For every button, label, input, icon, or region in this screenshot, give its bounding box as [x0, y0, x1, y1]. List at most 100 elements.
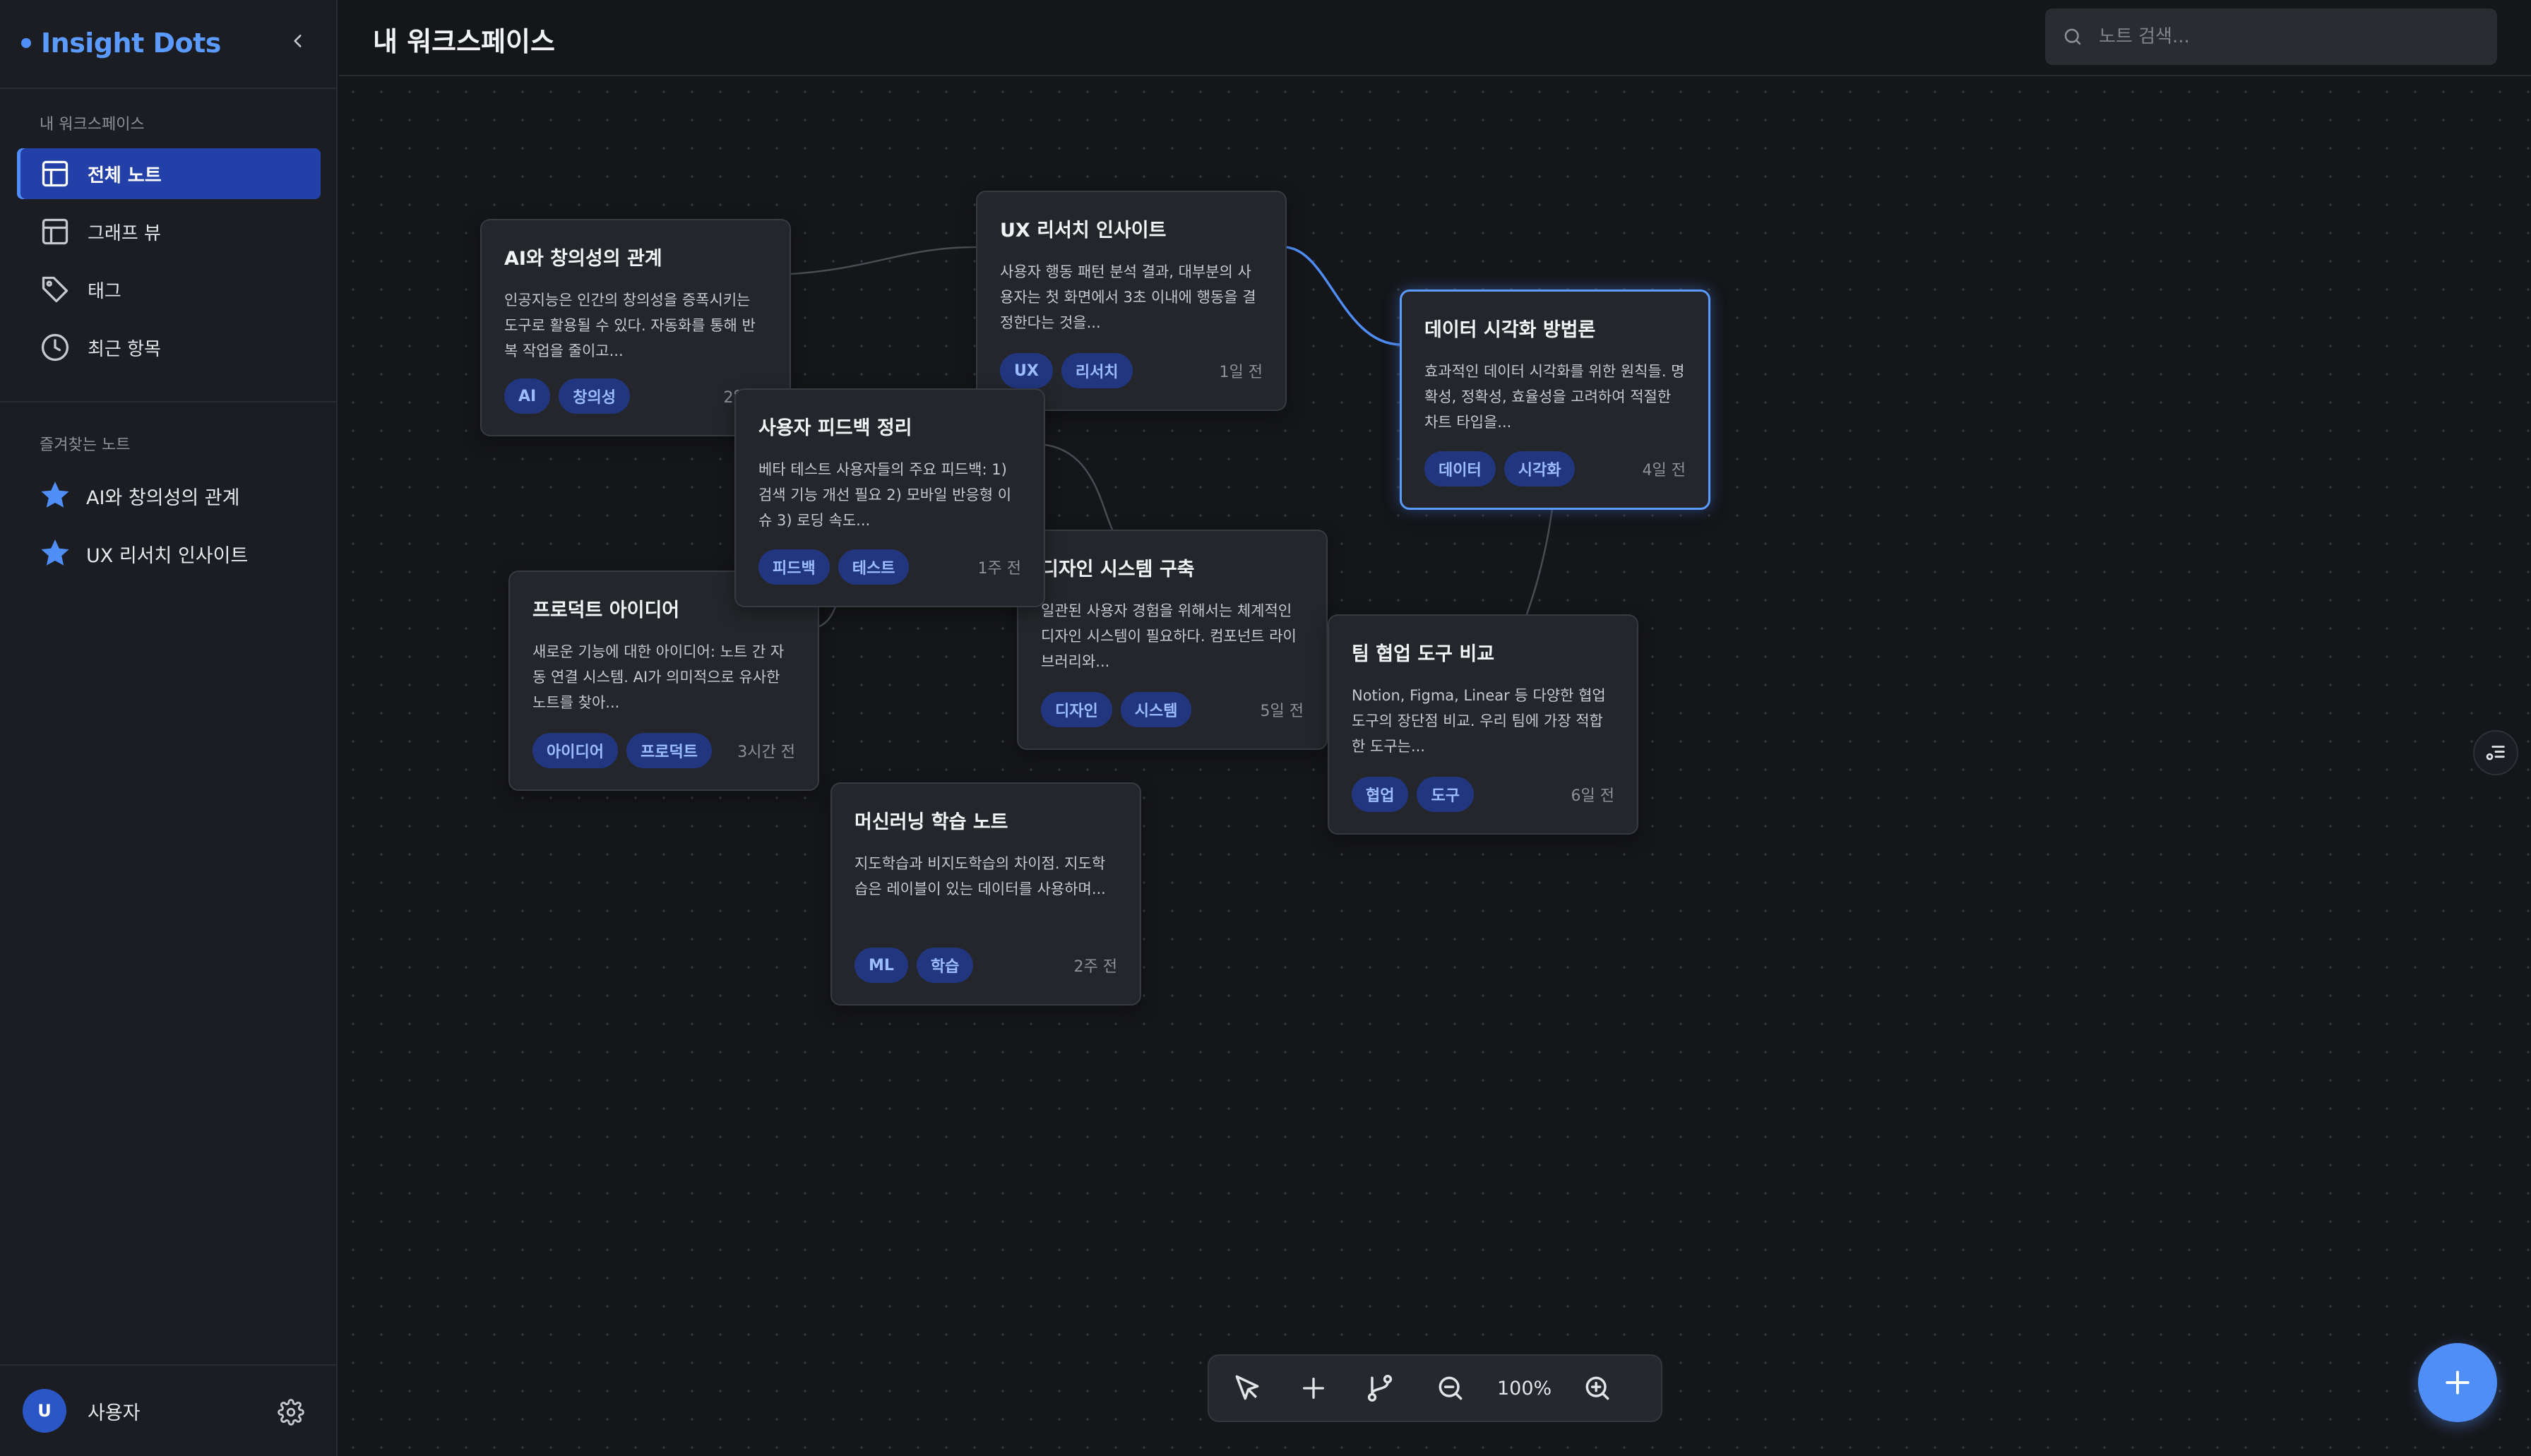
star-icon — [41, 482, 69, 508]
note-timestamp: 2주 전 — [1073, 958, 1117, 976]
note-title: 팀 협업 도구 비교 — [1352, 643, 1495, 665]
layout-icon — [42, 218, 69, 245]
note-excerpt: 일관된 사용자 경험을 위해서는 체계적인 디자인 시스템이 필요하다. 컴포넌… — [1041, 602, 1297, 670]
note-title: 사용자 피드백 정리 — [758, 417, 912, 439]
zoom-in-button[interactable] — [1578, 1368, 1617, 1408]
tag-chip[interactable]: 테스트 — [838, 549, 910, 585]
note-title: UX 리서치 인사이트 — [1000, 220, 1167, 241]
tag-chip[interactable]: 도구 — [1417, 777, 1474, 812]
search-input[interactable] — [2099, 26, 2480, 47]
tag-chip[interactable]: UX — [1000, 353, 1053, 388]
nav-tags[interactable]: 태그 — [17, 264, 321, 315]
tag-chip[interactable]: ML — [854, 948, 908, 983]
favorite-note-ai-creativity[interactable]: AI와 창의성의 관계 — [17, 470, 321, 521]
tag-chip[interactable]: 디자인 — [1041, 692, 1112, 727]
note-card-team-tools[interactable]: 팀 협업 도구 비교 Notion, Figma, Linear 등 다양한 협… — [1328, 614, 1638, 835]
note-footer: ML 학습 2주 전 — [854, 948, 1117, 983]
note-timestamp: 3시간 전 — [737, 744, 795, 761]
tag-chip[interactable]: 데이터 — [1424, 451, 1496, 487]
tag-chip[interactable]: 프로덕트 — [626, 733, 712, 768]
zoom-out-icon — [1439, 1376, 1463, 1400]
nav-label: 그래프 뷰 — [88, 222, 161, 244]
nav-label: 최근 항목 — [88, 338, 161, 360]
note-card-ux-research[interactable]: UX 리서치 인사이트 사용자 행동 패턴 분석 결과, 대부분의 사용자는 첫… — [976, 191, 1287, 411]
tag-chip[interactable]: 리서치 — [1061, 353, 1133, 388]
note-excerpt: 지도학습과 비지도학습의 차이점. 지도학습은 레이블이 있는 데이터를 사용하… — [854, 855, 1106, 897]
note-timestamp: 4일 전 — [1642, 462, 1686, 479]
note-card-ml-notes[interactable]: 머신러닝 학습 노트 지도학습과 비지도학습의 차이점. 지도학습은 레이블이 … — [830, 782, 1141, 1006]
tag-icon — [42, 276, 69, 303]
sidebar-divider — [0, 401, 338, 402]
collapse-sidebar-button[interactable] — [282, 25, 314, 56]
note-excerpt: 인공지능은 인간의 창의성을 증폭시키는 도구로 활용될 수 있다. 자동화를 … — [504, 292, 756, 359]
tag-chip[interactable]: 아이디어 — [532, 733, 618, 768]
sidebar: Insight Dots 내 워크스페이스 전체 노트 그래프 뷰 태그 최근 … — [0, 0, 338, 1456]
note-footer: AI 창의성 2일 전 — [504, 378, 767, 414]
add-note-tool-button[interactable] — [1294, 1368, 1333, 1408]
connect-icon — [1367, 1375, 1393, 1402]
nav-recent[interactable]: 최근 항목 — [17, 322, 321, 373]
note-footer: 피드백 테스트 1주 전 — [758, 549, 1021, 585]
zoom-out-button[interactable] — [1431, 1368, 1470, 1408]
note-timestamp: 1일 전 — [1219, 364, 1263, 381]
favorite-note-ux-research[interactable]: UX 리서치 인사이트 — [17, 528, 321, 579]
note-footer: 디자인 시스템 5일 전 — [1041, 692, 1304, 727]
note-footer: 데이터 시각화 4일 전 — [1424, 451, 1686, 487]
workspace-section-label: 내 워크스페이스 — [40, 116, 145, 133]
tag-chip[interactable]: 피드백 — [758, 549, 830, 585]
sidebar-divider — [0, 1364, 338, 1366]
note-card-design-system[interactable]: 디자인 시스템 구축 일관된 사용자 경험을 위해서는 체계적인 디자인 시스템… — [1017, 530, 1328, 750]
note-footer: 협업 도구 6일 전 — [1352, 777, 1614, 812]
note-timestamp: 1주 전 — [977, 560, 1021, 578]
sidebar-divider — [0, 88, 338, 89]
plus-icon — [1303, 1378, 1324, 1399]
panel-toggle-button[interactable] — [2473, 730, 2518, 775]
app-name: Insight Dots — [41, 28, 221, 59]
plus-icon — [2446, 1371, 2470, 1395]
page-title: 내 워크스페이스 — [373, 26, 555, 57]
tag-chip[interactable]: 시각화 — [1503, 451, 1576, 487]
settings-button[interactable] — [274, 1395, 308, 1429]
brand[interactable]: Insight Dots — [21, 21, 221, 65]
chevron-left-icon — [294, 35, 302, 47]
note-excerpt: 사용자 행동 패턴 분석 결과, 대부분의 사용자는 첫 화면에서 3초 이내에… — [1000, 263, 1256, 331]
nav-label: 전체 노트 — [88, 165, 162, 186]
nav-label: 태그 — [88, 280, 121, 302]
note-card-data-visualization[interactable]: 데이터 시각화 방법론 효과적인 데이터 시각화를 위한 원칙들. 명확성, 정… — [1400, 290, 1710, 510]
nav-all-notes[interactable]: 전체 노트 — [17, 148, 321, 199]
tag-chip[interactable]: AI — [504, 378, 551, 414]
note-timestamp: 6일 전 — [1571, 787, 1614, 805]
zoom-level: 100% — [1497, 1377, 1552, 1400]
note-timestamp: 5일 전 — [1260, 703, 1304, 720]
note-footer: 아이디어 프로덕트 3시간 전 — [532, 733, 795, 768]
note-title: 데이터 시각화 방법론 — [1424, 319, 1596, 341]
note-title: 디자인 시스템 구축 — [1041, 559, 1195, 580]
brand-dot-icon — [21, 38, 31, 48]
note-footer: UX 리서치 1일 전 — [1000, 353, 1263, 388]
connect-tool-button[interactable] — [1360, 1368, 1400, 1408]
top-bar: 내 워크스페이스 — [339, 0, 2531, 76]
canvas-toolbar: 100% — [1208, 1354, 1662, 1422]
note-title: AI와 창의성의 관계 — [504, 248, 662, 270]
tag-chip[interactable]: 협업 — [1352, 777, 1409, 812]
cursor-icon — [1235, 1375, 1259, 1400]
layout-icon — [42, 160, 69, 187]
zoom-in-icon — [1585, 1376, 1609, 1400]
nav-graph-view[interactable]: 그래프 뷰 — [17, 206, 321, 257]
note-card-user-feedback[interactable]: 사용자 피드백 정리 베타 테스트 사용자들의 주요 피드백: 1) 검색 기능… — [734, 388, 1045, 607]
favorites-section-label: 즐겨찾는 노트 — [40, 436, 131, 454]
user-name: 사용자 — [88, 1402, 141, 1424]
note-title: 머신러닝 학습 노트 — [854, 811, 1008, 833]
tag-chip[interactable]: 시스템 — [1120, 692, 1192, 727]
tag-chip[interactable]: 학습 — [916, 948, 974, 983]
select-tool-button[interactable] — [1227, 1368, 1267, 1408]
star-icon — [41, 539, 69, 566]
avatar: U — [23, 1389, 66, 1433]
search-box[interactable] — [2045, 8, 2497, 65]
favorite-label: UX 리서치 인사이트 — [86, 544, 249, 567]
filter-list-icon — [2486, 746, 2505, 760]
search-icon — [2064, 28, 2081, 45]
tag-chip[interactable]: 창의성 — [559, 378, 630, 414]
user-profile[interactable]: U 사용자 — [23, 1388, 141, 1433]
create-note-fab[interactable] — [2418, 1343, 2497, 1422]
